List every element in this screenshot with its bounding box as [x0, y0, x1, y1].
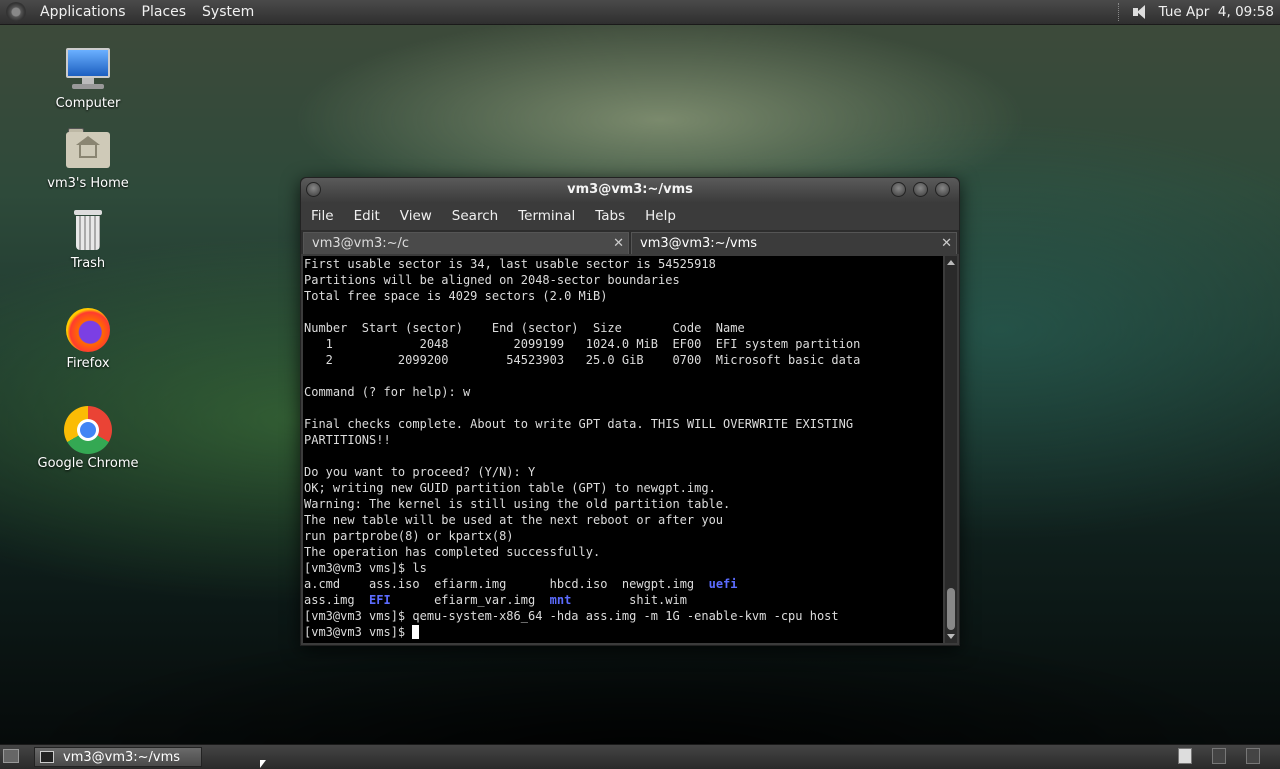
menu-applications[interactable]: Applications — [32, 4, 134, 20]
desktop-icon-label: Google Chrome — [37, 456, 139, 471]
shell-prompt: [vm3@vm3 vms]$ — [304, 625, 413, 639]
terminal-text: shit.wim — [571, 593, 687, 607]
desktop-icon-chrome[interactable]: Google Chrome — [28, 406, 148, 471]
tab-label: vm3@vm3:~/vms — [640, 236, 758, 251]
terminal-line: OK; writing new GUID partition table (GP… — [304, 481, 716, 495]
text-cursor — [412, 625, 420, 639]
mouse-pointer-icon — [260, 760, 266, 768]
terminal-line: Final checks complete. About to write GP… — [304, 417, 854, 431]
panel-separator — [1117, 3, 1121, 21]
terminal-window: vm3@vm3:~/vms File Edit View Search Term… — [300, 177, 960, 646]
computer-icon — [64, 46, 112, 94]
terminal-line: Do you want to proceed? (Y/N): Y — [304, 465, 536, 479]
terminal-line: run partprobe(8) or kpartx(8) — [304, 529, 514, 543]
distro-logo-icon[interactable] — [6, 2, 26, 22]
menu-search[interactable]: Search — [442, 208, 508, 224]
ls-output-line: a.cmd ass.iso efiarm.img hbcd.iso newgpt… — [304, 576, 943, 592]
directory-name: uefi — [708, 577, 738, 591]
tab-close-icon[interactable]: ✕ — [613, 236, 624, 251]
terminal-text: newgpt.img — [621, 577, 709, 591]
menu-system[interactable]: System — [194, 4, 262, 20]
menu-tabs[interactable]: Tabs — [585, 208, 635, 224]
terminal-text: hbcd.iso — [549, 577, 622, 591]
terminal-text: a.cmd — [304, 577, 370, 591]
terminal-output[interactable]: First usable sector is 34, last usable s… — [303, 256, 943, 643]
terminal-line: Number Start (sector) End (sector) Size … — [304, 321, 745, 335]
window-titlebar[interactable]: vm3@vm3:~/vms — [301, 178, 959, 202]
terminal-line: 1 2048 2099199 1024.0 MiB EF00 EFI syste… — [304, 337, 861, 351]
clock[interactable]: Tue Apr 4, 09:58 — [1159, 4, 1274, 20]
terminal-text: efiarm_var.img — [390, 593, 550, 607]
maximize-icon[interactable] — [913, 182, 928, 197]
home-folder-icon — [64, 126, 112, 174]
terminal-line: [vm3@vm3 vms]$ qemu-system-x86_64 -hda a… — [304, 609, 839, 623]
trash-icon — [64, 206, 112, 254]
terminal-menubar: File Edit View Search Terminal Tabs Help — [301, 202, 959, 230]
scroll-down-icon[interactable] — [947, 634, 955, 639]
desktop-icon-label: vm3's Home — [47, 176, 129, 191]
terminal-line: 2 2099200 54523903 25.0 GiB 0700 Microso… — [304, 353, 861, 367]
menu-places[interactable]: Places — [134, 4, 195, 20]
menu-help[interactable]: Help — [635, 208, 686, 224]
terminal-tabbar: vm3@vm3:~/c ✕ vm3@vm3:~/vms ✕ — [301, 230, 959, 254]
terminal-line: PARTITIONS!! — [304, 433, 391, 447]
workspace-1[interactable] — [1178, 748, 1192, 764]
ls-output-line: ass.img EFI efiarm_var.img mnt shit.wim — [304, 592, 943, 608]
desktop-icon-label: Trash — [70, 256, 106, 271]
directory-name: mnt — [549, 593, 572, 607]
terminal-line: The operation has completed successfully… — [304, 545, 601, 559]
desktop-icon-trash[interactable]: Trash — [28, 206, 148, 271]
bottom-panel: vm3@vm3:~/vms — [0, 744, 1280, 769]
terminal-text: ass.img — [304, 593, 370, 607]
scrollbar-thumb[interactable] — [947, 588, 955, 630]
show-desktop-icon[interactable] — [3, 749, 19, 763]
chrome-icon — [64, 406, 112, 454]
tab-close-icon[interactable]: ✕ — [941, 236, 952, 251]
close-icon[interactable] — [935, 182, 950, 197]
desktop-icon-label: Firefox — [66, 356, 110, 371]
terminal-scrollbar[interactable] — [945, 256, 957, 643]
menu-file[interactable]: File — [301, 208, 344, 224]
taskbar-label: vm3@vm3:~/vms — [63, 750, 181, 765]
menu-terminal[interactable]: Terminal — [508, 208, 585, 224]
tab-label: vm3@vm3:~/c — [312, 236, 410, 251]
taskbar-button-terminal[interactable]: vm3@vm3:~/vms — [34, 747, 202, 767]
desktop-icon-home[interactable]: vm3's Home — [28, 126, 148, 191]
window-title: vm3@vm3:~/vms — [567, 182, 693, 197]
tab-vms[interactable]: vm3@vm3:~/vms ✕ — [631, 232, 957, 254]
firefox-icon — [64, 306, 112, 354]
terminal-line: Command (? for help): w — [304, 385, 471, 399]
prompt-line: [vm3@vm3 vms]$ — [304, 624, 943, 640]
terminal-icon — [40, 751, 54, 763]
desktop-icon-computer[interactable]: Computer — [28, 46, 148, 111]
terminal-line: [vm3@vm3 vms]$ ls — [304, 561, 427, 575]
workspace-3[interactable] — [1246, 748, 1260, 764]
menu-view[interactable]: View — [390, 208, 442, 224]
menu-edit[interactable]: Edit — [344, 208, 390, 224]
directory-name: EFI — [369, 593, 391, 607]
panel-tray: Tue Apr 4, 09:58 — [1117, 0, 1274, 24]
terminal-line: Total free space is 4029 sectors (2.0 Mi… — [304, 289, 608, 303]
desktop-icon-firefox[interactable]: Firefox — [28, 306, 148, 371]
terminal-line: First usable sector is 34, last usable s… — [304, 257, 716, 271]
minimize-icon[interactable] — [891, 182, 906, 197]
workspace-2[interactable] — [1212, 748, 1226, 764]
terminal-text: efiarm.img — [434, 577, 550, 591]
desktop-icon-label: Computer — [55, 96, 121, 111]
scroll-up-icon[interactable] — [947, 260, 955, 265]
tab-c[interactable]: vm3@vm3:~/c ✕ — [303, 232, 629, 254]
terminal-line: Partitions will be aligned on 2048-secto… — [304, 273, 680, 287]
terminal-text: ass.iso — [369, 577, 435, 591]
terminal-line: Warning: The kernel is still using the o… — [304, 497, 731, 511]
terminal-lines: First usable sector is 34, last usable s… — [303, 256, 943, 640]
volume-icon[interactable] — [1131, 3, 1149, 21]
terminal-line: The new table will be used at the next r… — [304, 513, 724, 527]
top-panel: Applications Places System Tue Apr 4, 09… — [0, 0, 1280, 25]
